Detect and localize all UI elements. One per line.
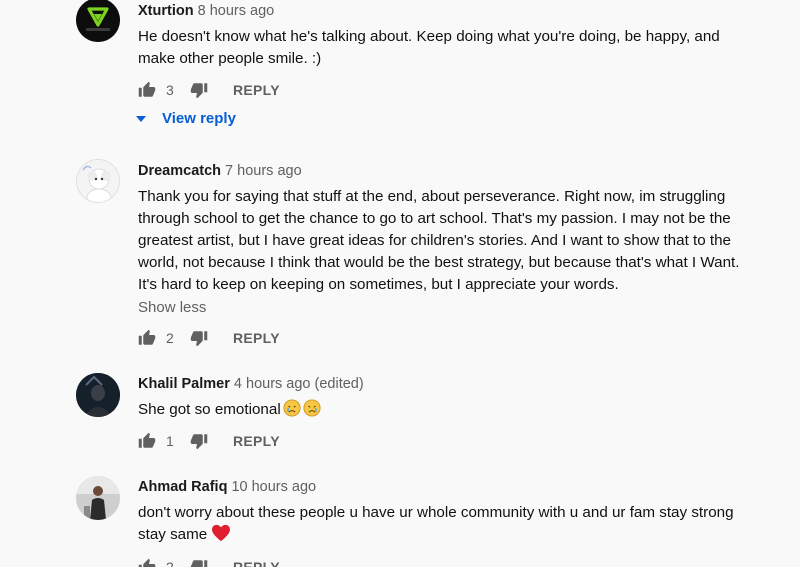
reply-button[interactable]: REPLY xyxy=(233,330,280,346)
dislike-icon[interactable] xyxy=(190,81,208,99)
comment-time[interactable]: 8 hours ago xyxy=(198,3,275,19)
like-count: 1 xyxy=(166,433,174,449)
comment-text: Thank you for saying that stuff at the e… xyxy=(138,188,740,293)
dislike-icon[interactable] xyxy=(190,329,208,347)
crying-face-icon xyxy=(303,399,321,417)
caret-down-icon xyxy=(136,115,146,122)
reply-button[interactable]: REPLY xyxy=(233,559,280,567)
edited-label: (edited) xyxy=(314,376,364,392)
xturtion-logo-icon xyxy=(76,0,120,42)
khalil-avatar-icon xyxy=(76,373,120,417)
like-icon[interactable] xyxy=(138,329,156,347)
dreamcatch-avatar-icon xyxy=(77,160,119,202)
comment-time[interactable]: 10 hours ago xyxy=(231,479,316,495)
crying-face-icon xyxy=(283,399,301,417)
comment-time[interactable]: 4 hours ago xyxy=(234,376,311,392)
comment-author[interactable]: Xturtion xyxy=(138,3,194,19)
show-less-button[interactable]: Show less xyxy=(138,298,758,318)
ahmad-avatar-icon xyxy=(76,476,120,520)
avatar[interactable] xyxy=(76,373,120,417)
like-icon[interactable] xyxy=(138,81,156,99)
like-icon[interactable] xyxy=(138,432,156,450)
comment-text: She got so emotional xyxy=(138,401,281,418)
comment-text: He doesn't know what he's talking about.… xyxy=(138,28,720,67)
like-count: 2 xyxy=(166,330,174,346)
avatar[interactable] xyxy=(76,476,120,520)
reply-button[interactable]: REPLY xyxy=(233,433,280,449)
comment-author[interactable]: Dreamcatch xyxy=(138,163,221,179)
comment-xturtion: Xturtion 8 hours ago He doesn't know wha… xyxy=(0,0,800,140)
comment-time[interactable]: 7 hours ago xyxy=(225,163,302,179)
red-heart-icon xyxy=(212,524,231,542)
like-count: 3 xyxy=(166,82,174,98)
avatar[interactable] xyxy=(76,0,120,42)
view-reply-button[interactable]: View reply xyxy=(136,110,236,127)
like-count: 2 xyxy=(166,559,174,567)
like-icon[interactable] xyxy=(138,558,156,567)
avatar[interactable] xyxy=(76,159,120,203)
dislike-icon[interactable] xyxy=(190,432,208,450)
reply-button[interactable]: REPLY xyxy=(233,82,280,98)
view-reply-label: View reply xyxy=(162,110,236,127)
comment-author[interactable]: Ahmad Rafiq xyxy=(138,479,227,495)
dislike-icon[interactable] xyxy=(190,558,208,567)
comment-author[interactable]: Khalil Palmer xyxy=(138,376,230,392)
